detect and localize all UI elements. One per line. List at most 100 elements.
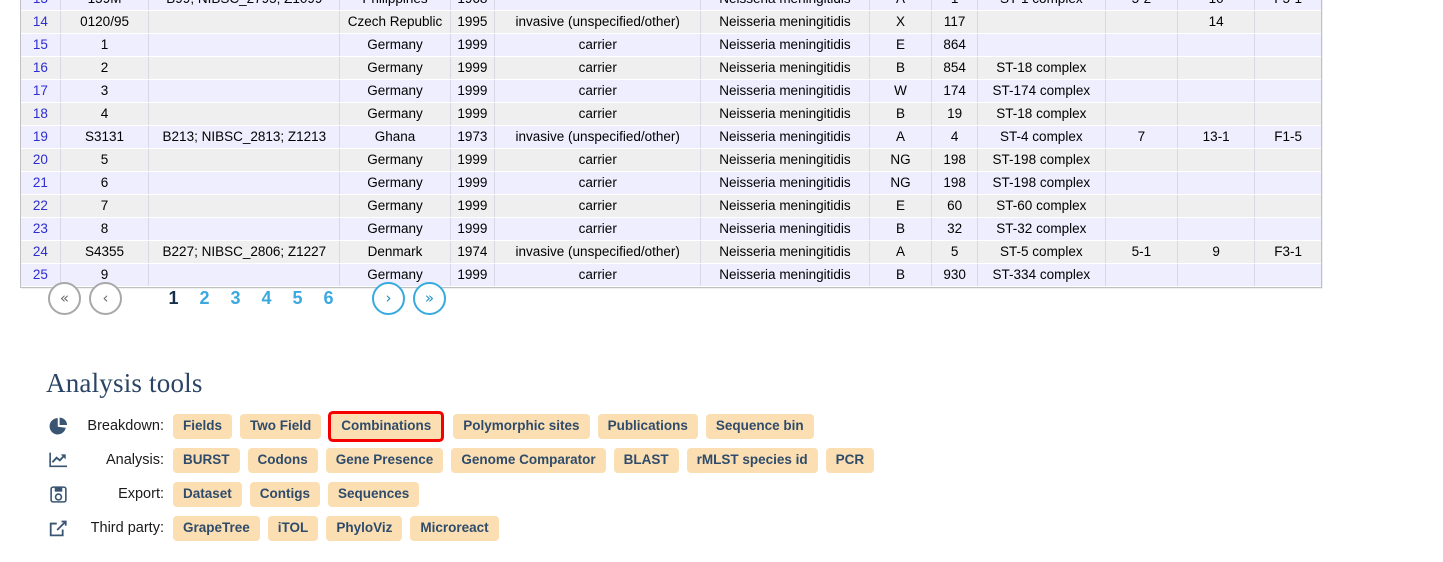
tool-button-pcr[interactable]: PCR [825,447,875,473]
table-cell-FetA_VR [1254,33,1321,57]
pagination-first-button[interactable]: « [48,281,81,315]
table-cell-FetA_VR [1254,171,1321,195]
tool-button-publications[interactable]: Publications [597,413,698,439]
table-row[interactable]: 18 4 Germany 1999 carrier Neisseria meningiti… [21,102,1321,126]
table-cell-id: S3131 [60,125,150,149]
table-cell-clonal_complex: ST-1 complex [977,0,1106,11]
table-row[interactable]: 16 2 Germany 1999 carrier Neisseria meningiti… [21,56,1321,80]
tool-button-rmlst-species-id[interactable]: rMLST species id [686,447,818,473]
tool-button-codons[interactable]: Codons [247,447,318,473]
pagination-page-6[interactable]: 6 [313,288,344,309]
tool-row-breakdown: Breakdown: Fields Two Field Combinations Pol… [46,413,1386,439]
pagination-page-2[interactable]: 2 [189,288,220,309]
table-cell-#[interactable]: 16 [21,56,61,80]
table-cell-year: 1973 [450,125,496,149]
tool-row-label: Breakdown: [87,418,164,434]
table-cell-disease: carrier [494,217,702,241]
table-row[interactable]: 13159MB99; NIBSC_2795; Z1099Philippines1… [21,0,1321,11]
tool-button-dataset[interactable]: Dataset [173,481,242,507]
table-cell-PorA_VR2: 13-1 [1177,125,1256,149]
table-cell-#[interactable]: 20 [21,148,61,172]
tool-button-polymorphic-sites[interactable]: Polymorphic sites [453,413,590,439]
table-row[interactable]: 15 1 Germany 1999 carrier Neisseria meningiti… [21,33,1321,57]
table-cell-PorA_VR1: 5-2 [1105,0,1179,11]
pagination-last-button[interactable]: » [413,281,446,315]
tool-button-sequences[interactable]: Sequences [328,481,420,507]
table-cell-PorA_VR2 [1177,194,1256,218]
table-cell-id: 8 [60,217,150,241]
tool-button-group: Fields Two Field Combinations Polymorphic s… [173,413,822,439]
tool-button-grapetree[interactable]: GrapeTree [173,515,260,541]
pagination: « ‹ 123456 › » [48,278,454,318]
tool-row-analysis: Analysis: BURST Codons Gene Presence Genome … [46,447,1386,473]
table-cell-aliases [148,194,341,218]
table-cell-#[interactable]: 13 [21,0,61,11]
tool-button-burst[interactable]: BURST [173,447,240,473]
pagination-page-5[interactable]: 5 [282,288,313,309]
analysis-tools-heading: Analysis tools [46,368,203,398]
table-cell-clonal_complex: ST-18 complex [977,102,1106,126]
table-cell-clonal_complex: ST-174 complex [977,79,1106,103]
table-cell-#[interactable]: 23 [21,217,61,241]
table-row[interactable]: 23 8 Germany 1999 carrier Neisseria meningiti… [21,217,1321,241]
table-cell-species: Neisseria meningitidis [700,217,870,241]
table-row[interactable]: 19 S3131 B213; NIBSC_2813; Z1213 Ghana 1973 i… [21,125,1321,149]
table-cell-#[interactable]: 24 [21,240,61,264]
table-cell-ST: 4 [931,125,978,149]
table-cell-serogroup: B [869,263,933,287]
tool-button-itol[interactable]: iTOL [267,515,319,541]
table-cell-#[interactable]: 17 [21,79,61,103]
table-row[interactable]: 21 6 Germany 1999 carrier Neisseria meningiti… [21,171,1321,195]
pagination-next-button[interactable]: › [372,281,405,315]
table-cell-disease: carrier [494,148,702,172]
table-cell-ST: 117 [931,10,978,34]
tool-button-microreact[interactable]: Microreact [410,515,499,541]
table-cell-id: 7 [60,194,150,218]
table-cell-#[interactable]: 15 [21,33,61,57]
pagination-prev-button[interactable]: ‹ [89,281,122,315]
table-cell-#[interactable]: 19 [21,125,61,149]
table-cell-aliases [148,79,341,103]
table-cell-#[interactable]: 14 [21,10,61,34]
pagination-page-1[interactable]: 1 [158,288,189,309]
table-cell-PorA_VR2 [1177,148,1256,172]
table-cell-FetA_VR [1254,10,1321,34]
tool-row-label: Third party: [90,520,164,536]
table-cell-PorA_VR2 [1177,56,1256,80]
table-cell-#[interactable]: 18 [21,102,61,126]
tool-button-phyloviz[interactable]: PhyloViz [326,515,403,541]
table-cell-country: Denmark [339,240,451,264]
table-row[interactable]: 14 0120/95 Czech Republic 1995 invasive (uns… [21,10,1321,34]
tool-button-two-field[interactable]: Two Field [240,413,322,439]
table-cell-ST: 930 [931,263,978,287]
table-cell-disease: invasive (unspecified/other) [494,240,702,264]
table-cell-PorA_VR2 [1177,79,1256,103]
table-row[interactable]: 17 3 Germany 1999 carrier Neisseria meningiti… [21,79,1321,103]
table-row[interactable]: 22 7 Germany 1999 carrier Neisseria meningiti… [21,194,1321,218]
tool-button-gene-presence[interactable]: Gene Presence [325,447,444,473]
analysis-tools-rows: Breakdown: Fields Two Field Combinations Pol… [46,413,1386,541]
tool-button-blast[interactable]: BLAST [613,447,679,473]
pagination-page-4[interactable]: 4 [251,288,282,309]
table-cell-species: Neisseria meningitidis [700,33,870,57]
tool-button-fields[interactable]: Fields [173,413,233,439]
tool-button-combinations[interactable]: Combinations [331,413,442,439]
pagination-page-3[interactable]: 3 [220,288,251,309]
table-cell-ST: 60 [931,194,978,218]
table-cell-serogroup: X [869,10,933,34]
table-cell-#[interactable]: 21 [21,171,61,195]
tool-button-genome-comparator[interactable]: Genome Comparator [451,447,606,473]
tool-button-contigs[interactable]: Contigs [249,481,321,507]
table-cell-#[interactable]: 22 [21,194,61,218]
table-cell-disease: carrier [494,56,702,80]
table-cell-serogroup: A [869,240,933,264]
page-root: 13159MB99; NIBSC_2795; Z1099Philippines1… [0,0,1443,562]
table-cell-FetA_VR: F3-1 [1254,240,1321,264]
table-row[interactable]: 20 5 Germany 1999 carrier Neisseria meningiti… [21,148,1321,172]
table-cell-FetA_VR [1254,263,1321,287]
table-cell-PorA_VR1 [1105,217,1179,241]
chevron-right-icon: › [385,288,392,307]
tool-button-sequence-bin[interactable]: Sequence bin [705,413,814,439]
table-cell-aliases [148,171,341,195]
table-row[interactable]: 24 S4355 B227; NIBSC_2806; Z1227 Denmark 197… [21,240,1321,264]
